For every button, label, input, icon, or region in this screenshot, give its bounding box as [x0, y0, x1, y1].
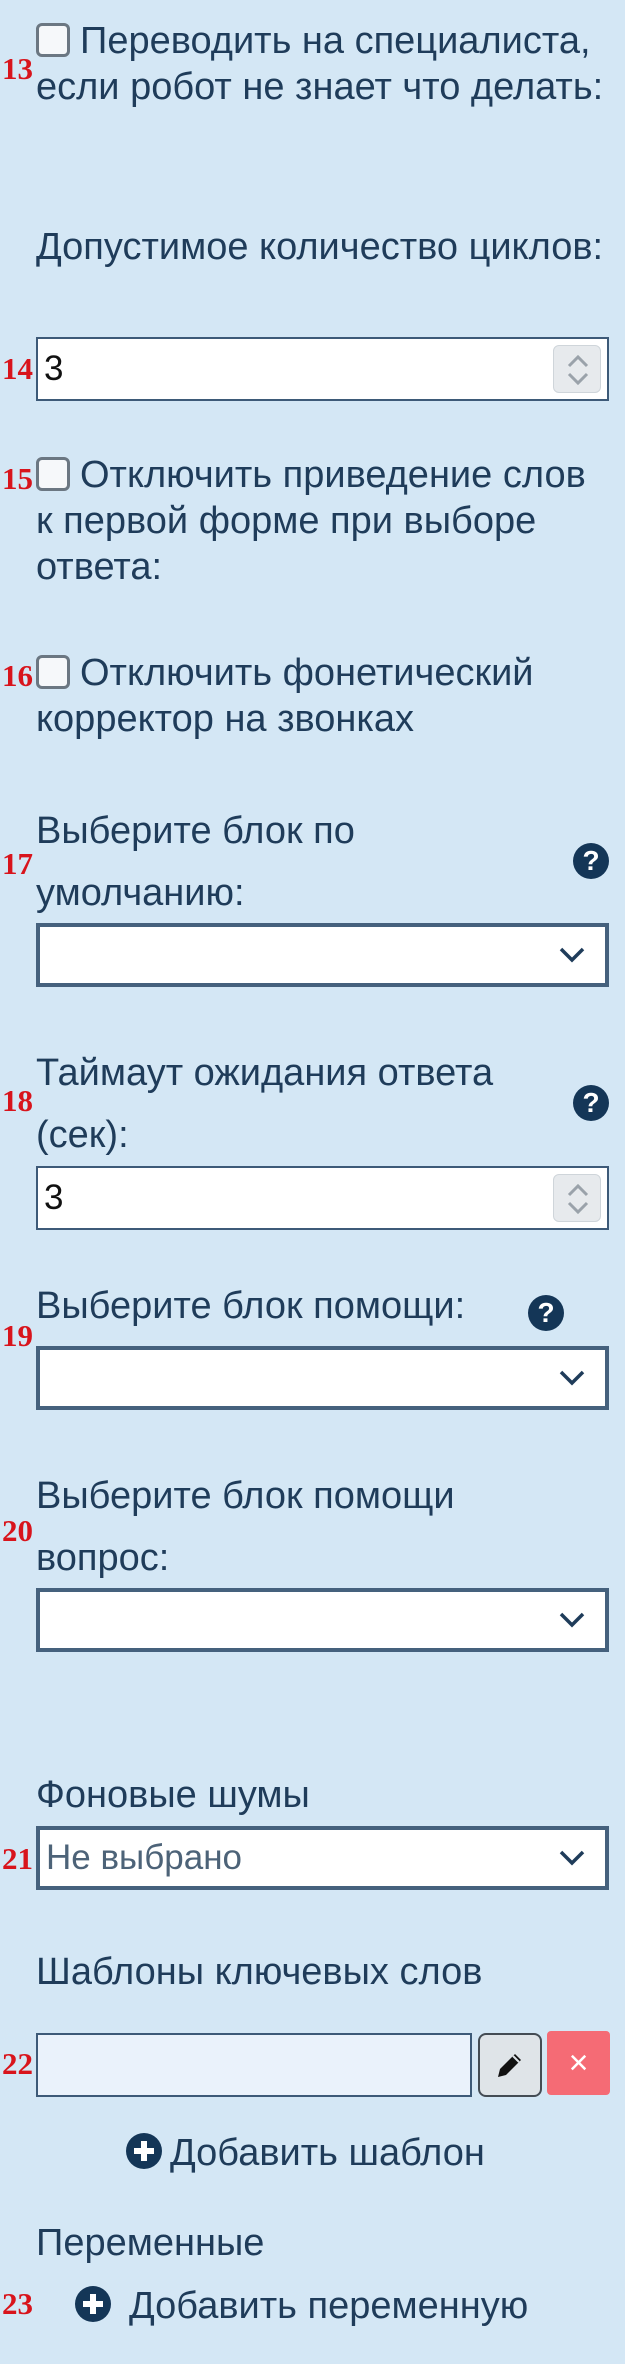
question-circle-icon[interactable]: ?: [573, 1085, 609, 1121]
background-noise-field: Не выбрано: [36, 1826, 609, 1890]
add-template-button[interactable]: Добавить шаблон: [126, 2130, 485, 2176]
cycles-spinner[interactable]: [553, 345, 601, 393]
background-noise-value: Не выбрано: [46, 1838, 242, 1877]
delete-template-button[interactable]: ×: [547, 2031, 610, 2095]
variables-label: Переменные: [36, 2222, 265, 2264]
chevron-down-icon: [559, 1370, 585, 1386]
help-block-select[interactable]: [36, 1346, 609, 1410]
settings-panel: 13 Переводить на специалиста, если робот…: [0, 0, 625, 2364]
plus-circle-icon: [75, 2286, 111, 2322]
phonetic-label: Отключить фонетический корректор на звон…: [36, 652, 534, 740]
default-block-select[interactable]: [36, 923, 609, 987]
cycles-label: Допустимое количество циклов:: [36, 226, 604, 268]
background-noise-label: Фоновые шумы: [36, 1774, 310, 1816]
keyword-template-input[interactable]: [36, 2033, 472, 2097]
up-down-chevron-icon: [567, 1183, 589, 1215]
lemmatization-checkbox[interactable]: [36, 457, 70, 491]
plus-circle-icon: [126, 2133, 162, 2169]
chevron-down-icon: [559, 1612, 585, 1628]
up-down-chevron-icon: [567, 354, 589, 386]
marker-23: 23: [2, 2286, 33, 2321]
transfer-checkbox[interactable]: [36, 23, 70, 57]
help-block-label: Выберите блок помощи:: [36, 1285, 466, 1327]
chevron-down-icon: [559, 947, 585, 963]
lemmatization-checkbox-row[interactable]: Отключить приведение слов к первой форме…: [36, 452, 609, 590]
marker-20: 20: [2, 1513, 33, 1548]
pencil-icon: [498, 2054, 521, 2077]
help-block-field: [36, 1346, 609, 1410]
cycles-field: 3: [36, 337, 609, 401]
setting-disable-lemmatization: Отключить приведение слов к первой форме…: [36, 452, 609, 590]
background-noise-select[interactable]: Не выбрано: [36, 1826, 609, 1890]
lemmatization-label: Отключить приведение слов к первой форме…: [36, 454, 586, 588]
edit-template-button[interactable]: [478, 2033, 542, 2097]
marker-19: 19: [2, 1318, 33, 1353]
default-block-label: Выберите блок по умолчанию:: [36, 810, 355, 914]
setting-transfer-to-specialist: Переводить на специалиста, если робот не…: [36, 18, 609, 110]
add-variable-label: Добавить переменную: [129, 2285, 529, 2327]
help-question-label: Выберите блок помощи вопрос:: [36, 1475, 455, 1579]
timeout-value: 3: [44, 1178, 64, 1217]
marker-14: 14: [2, 351, 33, 386]
marker-13: 13: [2, 51, 33, 86]
marker-22: 22: [2, 2046, 33, 2081]
add-variable-button[interactable]: Добавить переменную: [75, 2283, 528, 2329]
marker-18: 18: [2, 1083, 33, 1118]
question-circle-icon[interactable]: ?: [528, 1295, 564, 1331]
marker-17: 17: [2, 846, 33, 881]
chevron-down-icon: [559, 1850, 585, 1866]
transfer-label: Переводить на специалиста, если робот не…: [36, 20, 604, 108]
marker-15: 15: [2, 461, 33, 496]
timeout-spinner[interactable]: [553, 1174, 601, 1222]
timeout-label: Таймаут ожидания ответа (сек):: [36, 1052, 494, 1156]
cycles-value: 3: [44, 349, 64, 388]
timeout-field: 3: [36, 1166, 609, 1230]
question-circle-icon[interactable]: ?: [573, 843, 609, 879]
keyword-templates-label: Шаблоны ключевых слов: [36, 1951, 483, 1993]
marker-16: 16: [2, 658, 33, 693]
marker-21: 21: [2, 1841, 33, 1876]
phonetic-checkbox[interactable]: [36, 655, 70, 689]
phonetic-checkbox-row[interactable]: Отключить фонетический корректор на звон…: [36, 650, 609, 742]
add-template-label: Добавить шаблон: [170, 2132, 485, 2174]
setting-disable-phonetic: Отключить фонетический корректор на звон…: [36, 650, 609, 742]
timeout-input[interactable]: 3: [36, 1166, 609, 1230]
help-question-field: [36, 1588, 609, 1652]
transfer-checkbox-row[interactable]: Переводить на специалиста, если робот не…: [36, 18, 609, 110]
default-block-field: [36, 923, 609, 987]
cycles-input[interactable]: 3: [36, 337, 609, 401]
help-question-select[interactable]: [36, 1588, 609, 1652]
